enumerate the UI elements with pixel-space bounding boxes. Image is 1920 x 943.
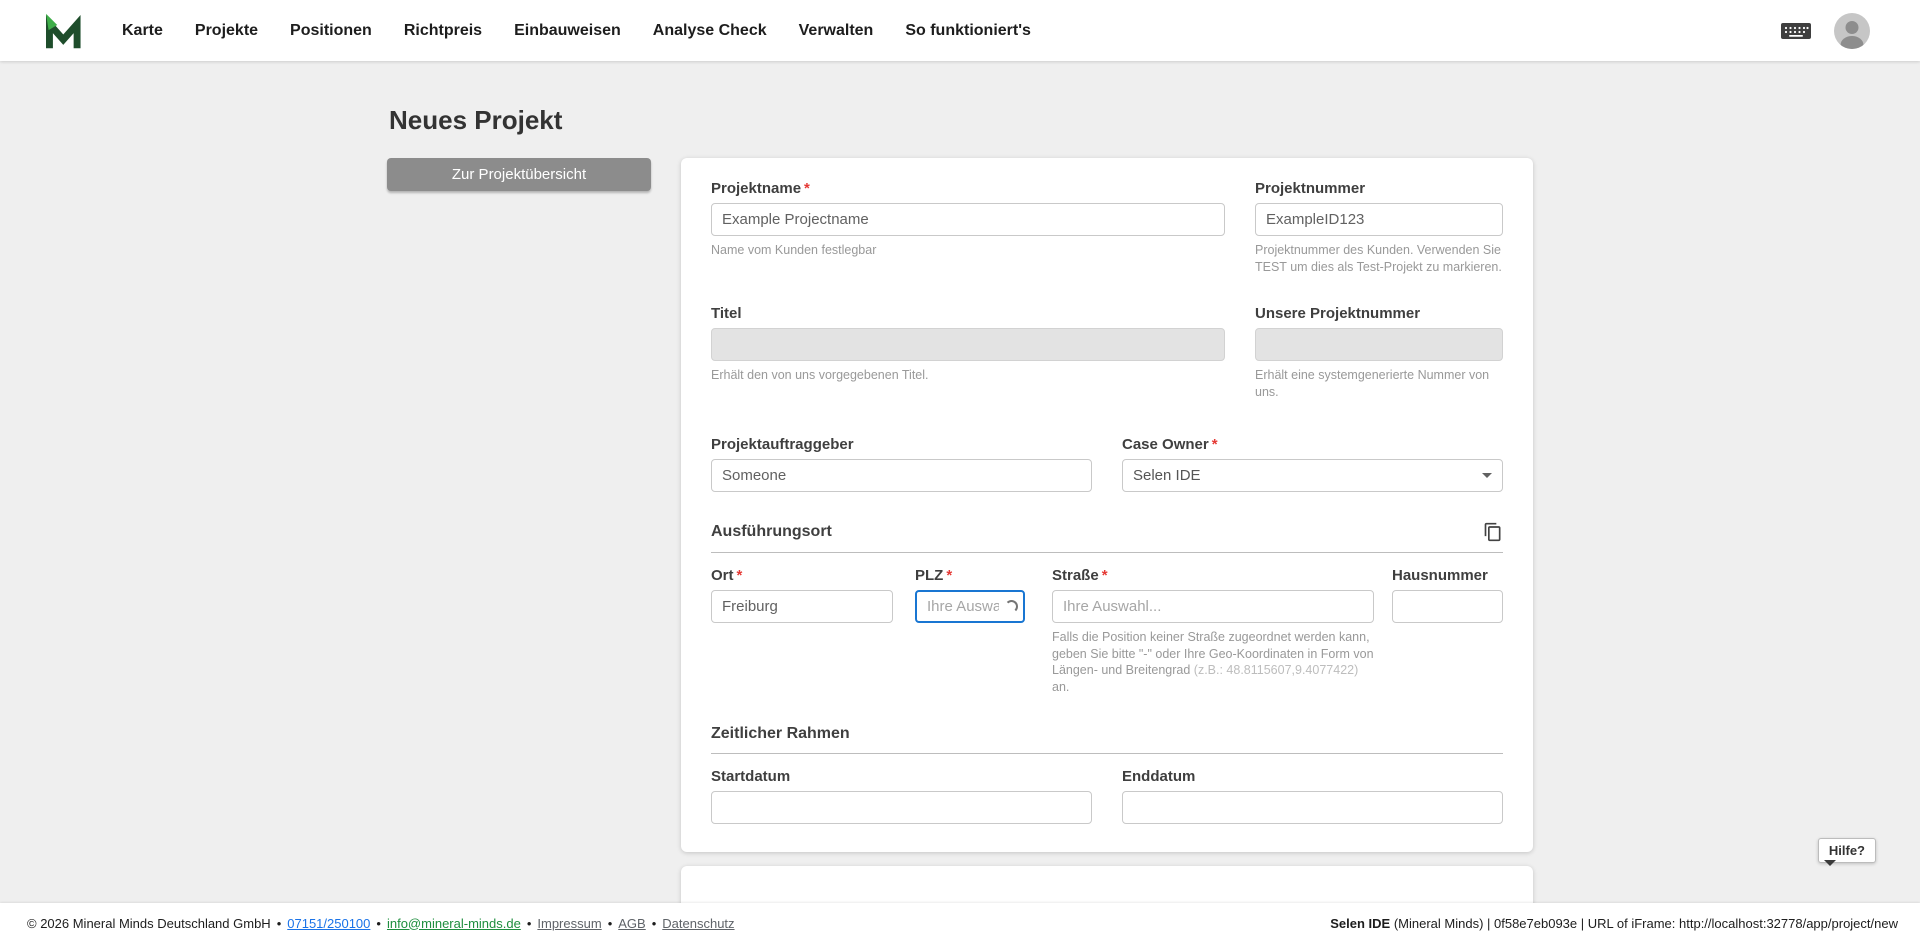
section-divider — [711, 753, 1503, 754]
projektnummer-label: Projektnummer — [1255, 180, 1366, 197]
footer-separator: • — [526, 915, 532, 931]
nav-item-projekte[interactable]: Projekte — [195, 22, 258, 40]
nav-item-richtpreis[interactable]: Richtpreis — [404, 22, 482, 40]
field-startdatum: Startdatum — [711, 768, 1092, 824]
field-ort: Ort * — [711, 567, 893, 695]
plz-label: PLZ * — [915, 567, 953, 584]
projektname-input[interactable] — [711, 203, 1225, 236]
field-hausnummer: Hausnummer — [1392, 567, 1503, 695]
field-case-owner: Case Owner * Selen IDE — [1122, 436, 1503, 492]
field-unsere-projektnummer: Unsere Projektnummer Erhält eine systemg… — [1255, 305, 1503, 400]
field-strasse: Straße* Falls die Position keiner Straße… — [1052, 567, 1374, 695]
main-content: Neues Projekt Zur Projektübersicht Proje… — [0, 61, 1920, 903]
field-projektauftraggeber: Projektauftraggeber — [711, 436, 1092, 492]
field-titel: Titel Erhält den von uns vorgegebenen Ti… — [711, 305, 1225, 400]
field-plz: PLZ * — [915, 567, 1025, 695]
strasse-input[interactable] — [1052, 590, 1374, 623]
footer-datenschutz-link[interactable]: Datenschutz — [662, 916, 734, 931]
back-to-projects-button[interactable]: Zur Projektübersicht — [387, 158, 651, 191]
user-avatar[interactable] — [1834, 12, 1870, 49]
keyboard-icon[interactable] — [1780, 20, 1812, 42]
strasse-label: Straße * — [1052, 567, 1108, 584]
new-project-form-card: Projektname* Name vom Kunden festlegbar … — [681, 158, 1533, 852]
field-enddatum: Enddatum — [1122, 768, 1503, 824]
navbar: Karte Projekte Positionen Richtpreis Ein… — [0, 0, 1920, 61]
required-asterisk: * — [946, 567, 953, 584]
nav-item-karte[interactable]: Karte — [122, 22, 163, 40]
nav-item-positionen[interactable]: Positionen — [290, 22, 372, 40]
hausnummer-input[interactable] — [1392, 590, 1503, 623]
unsere-projektnummer-input — [1255, 328, 1503, 361]
section-title-zeitlicher-rahmen: Zeitlicher Rahmen — [711, 725, 850, 742]
nav-item-einbauweisen[interactable]: Einbauweisen — [514, 22, 621, 40]
footer-impressum-link[interactable]: Impressum — [537, 916, 601, 931]
page-title: Neues Projekt — [389, 105, 563, 135]
footer-left: © 2026 Mineral Minds Deutschland GmbH • … — [27, 916, 735, 931]
next-card-partial — [681, 866, 1533, 903]
nav-item-so-funktionierts[interactable]: So funktioniert's — [905, 22, 1031, 40]
footer-session-details: (Mineral Minds) | 0f58e7eb093e | URL of … — [1390, 915, 1898, 931]
footer-separator: • — [376, 915, 381, 931]
loading-spinner-icon — [1005, 600, 1018, 613]
main-nav: Karte Projekte Positionen Richtpreis Ein… — [122, 22, 1031, 40]
copyright-text: © 2026 Mineral Minds Deutschland GmbH — [27, 915, 271, 931]
navbar-right — [1780, 12, 1870, 49]
field-projektnummer: Projektnummer Projektnummer des Kunden. … — [1255, 180, 1503, 275]
unsere-projektnummer-label: Unsere Projektnummer — [1255, 305, 1421, 322]
unsere-projektnummer-helper: Erhält eine systemgenerierte Nummer von … — [1255, 368, 1490, 399]
enddatum-input[interactable] — [1122, 791, 1503, 824]
projektname-label: Projektname * — [711, 180, 810, 197]
nav-item-analyse-check[interactable]: Analyse Check — [653, 22, 767, 40]
footer-separator: • — [607, 915, 613, 931]
titel-input — [711, 328, 1225, 361]
titel-label: Titel — [711, 305, 742, 322]
footer: © 2026 Mineral Minds Deutschland GmbH • … — [0, 903, 1920, 943]
case-owner-label: Case Owner * — [1122, 436, 1218, 453]
required-asterisk: * — [736, 567, 743, 584]
required-asterisk: * — [1101, 567, 1108, 584]
section-title-ausfuehrungsort: Ausführungsort — [711, 523, 832, 540]
ort-label: Ort * — [711, 567, 743, 584]
brand-logo[interactable] — [44, 12, 86, 50]
required-asterisk: * — [804, 180, 810, 197]
titel-helper: Erhält den von uns vorgegebenen Titel. — [711, 368, 929, 382]
strasse-helper: Falls die Position keiner Straße zugeord… — [1052, 630, 1374, 694]
required-asterisk: * — [1211, 436, 1218, 453]
copy-icon[interactable] — [1483, 522, 1503, 542]
field-projektname: Projektname* Name vom Kunden festlegbar — [711, 180, 1225, 275]
nav-item-verwalten[interactable]: Verwalten — [799, 22, 874, 40]
startdatum-label: Startdatum — [711, 768, 791, 785]
projektauftraggeber-label: Projektauftraggeber — [711, 436, 854, 453]
mineral-minds-logo-icon — [46, 13, 81, 48]
footer-phone-link[interactable]: 07151/250100 — [287, 916, 370, 931]
help-button[interactable]: Hilfe? — [1817, 838, 1876, 866]
hausnummer-label: Hausnummer — [1392, 567, 1488, 584]
case-owner-selected-value: Selen IDE — [1133, 467, 1201, 484]
projektnummer-input[interactable] — [1255, 203, 1503, 236]
left-column: Zur Projektübersicht — [387, 158, 651, 191]
footer-separator: • — [651, 915, 657, 931]
section-divider — [711, 552, 1503, 553]
footer-agb-link[interactable]: AGB — [618, 916, 645, 931]
projektnummer-helper: Projektnummer des Kunden. Verwenden Sie … — [1255, 243, 1502, 274]
ort-input[interactable] — [711, 590, 893, 623]
projektauftraggeber-input[interactable] — [711, 459, 1092, 492]
projektname-helper: Name vom Kunden festlegbar — [711, 243, 877, 257]
footer-session-info: Selen IDE (Mineral Minds) | 0f58e7eb093e… — [1330, 916, 1898, 931]
enddatum-label: Enddatum — [1122, 768, 1196, 785]
footer-separator: • — [276, 915, 282, 931]
footer-email-link[interactable]: info@mineral-minds.de — [387, 916, 521, 931]
startdatum-input[interactable] — [711, 791, 1092, 824]
case-owner-select[interactable]: Selen IDE — [1122, 459, 1503, 492]
chevron-down-icon — [1482, 473, 1492, 478]
footer-user-name: Selen IDE — [1330, 915, 1391, 931]
